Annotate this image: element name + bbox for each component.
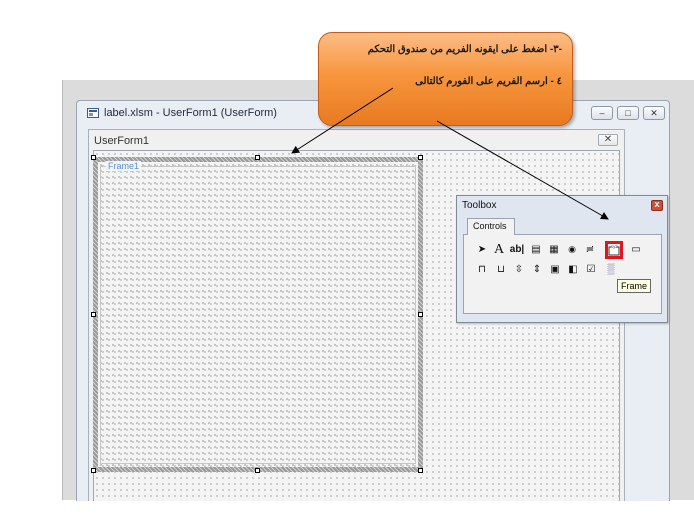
instruction-step-4: ٤ - ارسم الفريم على الفورم كالتالى <box>415 76 562 87</box>
refedit-icon[interactable]: ◧ <box>565 262 581 277</box>
tabstrip-icon[interactable]: ⊓ <box>474 262 490 277</box>
toolbox-title: Toolbox <box>462 200 497 211</box>
instruction-step-3: -٣- اضغط على ايقونه الفريم من صندوق التح… <box>367 44 562 55</box>
scrollbar-icon[interactable]: ⇳ <box>511 262 527 277</box>
close-icon: x <box>654 199 660 209</box>
label-icon[interactable]: A <box>491 242 507 257</box>
resize-handle-top-left[interactable] <box>91 155 96 160</box>
togglebutton-icon[interactable]: ≓ <box>582 242 598 257</box>
select-objects-icon[interactable]: ➤ <box>474 242 490 257</box>
resize-handle-bottom-right[interactable] <box>418 468 423 473</box>
maximize-icon: □ <box>625 108 631 118</box>
editor-title: label.xlsm - UserForm1 (UserForm) <box>104 107 277 119</box>
minimize-icon: – <box>599 108 605 118</box>
frame-tool-button[interactable]: xyz <box>605 241 623 259</box>
resize-handle-top-right[interactable] <box>418 155 423 160</box>
maximize-button[interactable]: □ <box>617 106 639 120</box>
svg-text:xyz: xyz <box>611 244 618 249</box>
resize-handle-bottom-left[interactable] <box>91 468 96 473</box>
resize-handle-right[interactable] <box>418 312 423 317</box>
toolbox-close-button[interactable]: x <box>651 199 663 211</box>
checkbox-icon[interactable]: ☑ <box>583 262 599 277</box>
hatch-icon[interactable]: ▒ <box>603 262 619 277</box>
tab-controls-label: Controls <box>473 221 507 231</box>
userform-close-button[interactable]: ✕ <box>598 134 618 146</box>
minimize-button[interactable]: – <box>591 106 613 120</box>
listbox-icon[interactable]: ▦ <box>546 242 562 257</box>
textbox-icon[interactable]: ab| <box>509 242 525 257</box>
multipage-icon[interactable]: ⊔ <box>493 262 509 277</box>
tab-controls[interactable]: Controls <box>467 218 515 235</box>
close-button[interactable]: ✕ <box>643 106 665 120</box>
frame-inner-border <box>100 166 416 464</box>
resize-handle-left[interactable] <box>91 312 96 317</box>
toolbox-window: Toolbox x Controls ➤ A ab| ▤ ▦ ◉ ≓ xyz ▭… <box>456 195 668 323</box>
close-icon: ✕ <box>603 134 613 145</box>
instruction-callout: -٣- اضغط على ايقونه الفريم من صندوق التح… <box>318 32 573 126</box>
resize-handle-bottom[interactable] <box>255 468 260 473</box>
optionbutton-icon[interactable]: ◉ <box>564 242 580 257</box>
image-icon[interactable]: ▣ <box>547 262 563 277</box>
close-icon: ✕ <box>650 108 658 118</box>
userform-window-icon <box>87 108 99 118</box>
frame-tooltip: Frame <box>617 279 652 293</box>
commandbutton-icon[interactable]: ▭ <box>628 242 644 257</box>
resize-handle-top[interactable] <box>255 155 260 160</box>
spinbutton-icon[interactable]: ⇕ <box>529 262 545 277</box>
combobox-icon[interactable]: ▤ <box>528 242 544 257</box>
frame-caption: Frame1 <box>106 161 142 171</box>
frame-icon: xyz <box>608 244 620 256</box>
userform-title: UserForm1 <box>94 135 150 147</box>
